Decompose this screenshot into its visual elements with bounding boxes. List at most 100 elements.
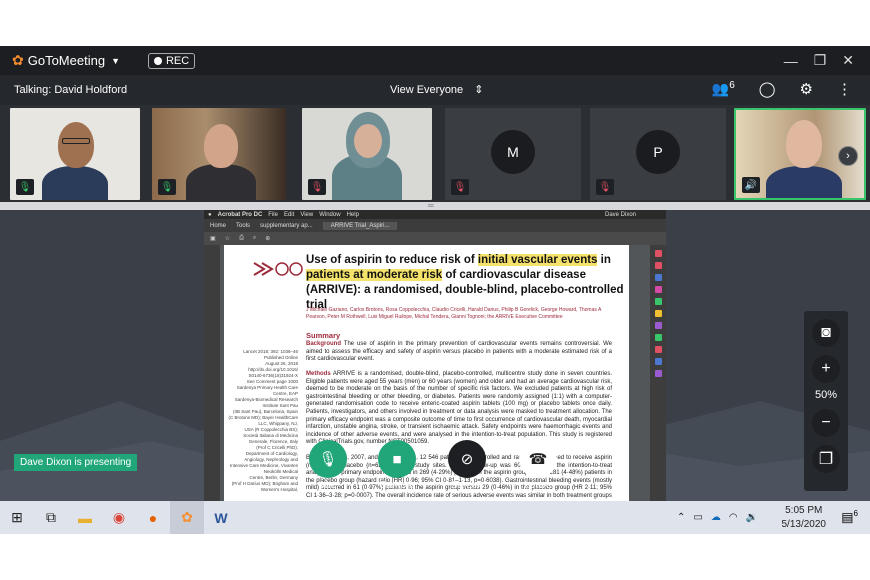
methods-paragraph: Methods ARRIVE is a randomised, double-b… [306,371,612,447]
gear-icon[interactable]: ⚙ [800,80,813,98]
snapshot-camera-icon[interactable]: ◙ [812,319,840,347]
pdf-left-rail [204,245,220,501]
methods-text: ARRIVE is a randomised, double-blind, pl… [306,371,612,446]
sidebar-line: Sardenya Primary Health Care Centre, EAP [236,385,298,396]
participant-tile[interactable]: 🎙 [10,108,140,200]
notifications-button[interactable]: ▤6 [841,509,858,525]
title-part: in [597,254,611,266]
background-paragraph: Background The use of aspirin in the pri… [306,341,612,364]
volume-icon[interactable]: 🔉 [746,512,758,523]
zoom-in-icon[interactable]: + [812,355,840,383]
gotomeeting-logo-icon: ✿ [12,52,24,68]
mac-menu-bar: ● Acrobat Pro DC File Edit View Window H… [204,210,666,219]
header-actions: 👥6 ◯ ⚙ ⋮ [712,80,852,98]
menu-help: Help [346,211,359,218]
participant-tile[interactable]: 🎙 [152,108,286,200]
screen-control[interactable]: ⊘ Screen [437,440,497,491]
attendee-count: 6 [729,80,735,92]
menu-view: View [300,211,314,218]
camera-label: Camera [379,480,415,491]
title-highlight: initial vascular events [477,254,598,266]
participant-video [42,166,108,200]
chevron-up-icon[interactable]: ⌃ [677,512,685,523]
next-page-button[interactable]: › [838,146,858,166]
word-icon[interactable]: W [204,501,238,534]
tool-icon [654,370,662,377]
shared-screen-area: ● Acrobat Pro DC File Edit View Window H… [0,210,870,501]
notification-count: 6 [853,509,858,518]
zoom-icon: ⊕ [265,236,271,242]
task-view-icon[interactable]: ⧉ [34,501,68,534]
file-explorer-icon[interactable]: ▬ [68,501,102,534]
bookmark-icon: ☆ [224,236,231,242]
record-button[interactable]: REC [147,52,196,69]
methods-label: Methods [306,371,331,377]
save-icon: ▣ [210,236,216,242]
participant-tile[interactable]: M 🎙 [445,108,581,200]
window-controls: — ❐ ✕ [784,46,854,75]
notification-icon: ▤ [841,509,854,525]
sidebar-line: Department of Cardiology, Angiology, Nep… [244,451,298,462]
mic-muted-icon: 🎙 [451,179,469,195]
firefox-icon[interactable]: ● [136,501,170,534]
windows-start-icon[interactable]: ⊞ [0,501,34,534]
system-tray: ⌃ ▭ ☁ ◠ 🔉 [677,501,758,534]
app-menu[interactable]: ✿ GoToMeeting ▼ [12,52,120,69]
record-dot-icon [153,56,162,65]
zoom-out-icon[interactable]: − [812,409,840,437]
participant-tile[interactable]: P 🎙 [590,108,726,200]
tool-icon [654,310,662,317]
tab-tools: Tools [236,222,251,229]
summary-heading: Summary [306,331,341,340]
minimize-icon[interactable]: — [784,53,798,69]
view-selector[interactable]: View Everyone ⇕ [390,83,483,96]
pop-out-icon[interactable]: ❐ [812,445,840,473]
more-icon[interactable]: ⋮ [837,80,852,98]
tool-icon [654,286,662,293]
tab-home: Home [210,222,227,229]
restore-icon[interactable]: ❐ [814,52,827,69]
background-text: The use of aspirin in the primary preven… [306,341,613,363]
gotomeeting-window: ✿ GoToMeeting ▼ REC — ❐ ✕ Talking: David… [0,46,870,501]
chat-icon[interactable]: ◯ [759,80,776,98]
acrobat-tabs: Home Tools supplementary ap... ARRIVE Tr… [204,219,666,232]
panel-resize-handle[interactable]: ═ [0,202,870,210]
clock-time: 5:05 PM [785,505,823,516]
apple-icon: ● [208,211,212,218]
chrome-icon[interactable]: ◉ [102,501,136,534]
shared-document[interactable]: ● Acrobat Pro DC File Edit View Window H… [204,210,666,501]
title-bar: ✿ GoToMeeting ▼ REC — ❐ ✕ [0,46,870,75]
tool-icon [654,334,662,341]
mic-control[interactable]: 🎙 Mic [298,440,358,491]
mic-muted-icon: 🎙 [596,179,614,195]
onedrive-icon[interactable]: ☁ [711,512,721,523]
background-label: Background [306,341,342,347]
hang-up-icon[interactable]: ☎ [519,440,557,478]
talking-indicator: Talking: David Holdford [14,84,128,96]
participant-avatar: P [636,130,680,174]
gotomeeting-taskbar-icon[interactable]: ✿ [170,501,204,534]
view-label: View Everyone [390,84,464,96]
clock-date: 5/13/2020 [781,519,827,530]
taskbar-clock[interactable]: 5:05 PM 5/13/2020 [782,504,827,532]
leave-control[interactable]: ☎ Leave [508,440,568,491]
tool-icon [654,274,662,281]
participant-tile[interactable]: 🎙 [302,108,432,200]
zoom-level: 50% [814,389,838,401]
wifi-icon[interactable]: ◠ [729,512,738,523]
article-authors: J Michael Gaziano, Carlos Brotons, Rosa … [306,307,602,320]
attendees-button[interactable]: 👥6 [712,80,735,98]
close-icon[interactable]: ✕ [842,52,854,69]
battery-icon[interactable]: ▭ [693,512,702,523]
title-highlight: patients at moderate risk [306,269,443,281]
participant-tile-active[interactable]: 🔊 › [734,108,866,200]
acrobat-toolbar: ▣ ☆ ⎙ ⌕ ⊕ [204,232,666,245]
tool-icon [654,346,662,353]
camera-control[interactable]: ■ Camera [367,440,427,491]
camera-icon[interactable]: ■ [378,440,416,478]
tool-icon [654,358,662,365]
screen-share-off-icon[interactable]: ⊘ [448,440,486,478]
app-name: GoToMeeting [27,53,106,68]
microphone-icon[interactable]: 🎙 [309,440,347,478]
presenter-badge: Dave Dixon is presenting [14,454,138,471]
